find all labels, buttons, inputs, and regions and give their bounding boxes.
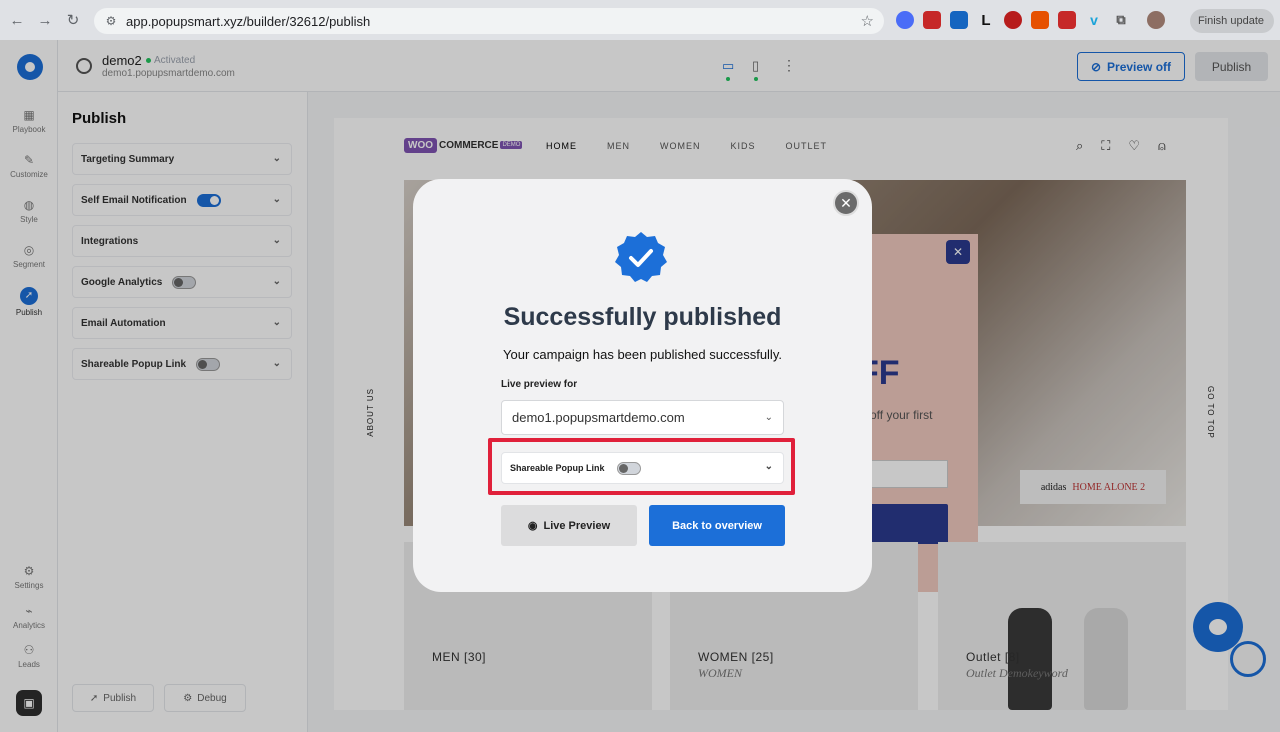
- chevron-down-icon: ⌄: [764, 412, 773, 423]
- back-to-overview-button[interactable]: Back to overview: [649, 505, 785, 546]
- puzzle-icon[interactable]: ⧉: [1112, 11, 1130, 29]
- shareable-popup-link-section[interactable]: Shareable Popup Link ⌄: [501, 452, 784, 484]
- extension-icon[interactable]: [1058, 11, 1076, 29]
- shareable-link-label: Shareable Popup Link: [510, 463, 605, 473]
- finish-update-button[interactable]: Finish update: [1189, 9, 1274, 33]
- extension-icon[interactable]: [896, 11, 914, 29]
- close-icon[interactable]: ✕: [833, 190, 859, 216]
- eye-globe-icon: ◉: [527, 520, 538, 532]
- modal-subtitle: Your campaign has been published success…: [503, 347, 782, 362]
- bookmark-star-icon[interactable]: ☆: [861, 12, 874, 30]
- chevron-down-icon: ⌄: [764, 461, 773, 472]
- live-preview-label-btn: Live Preview: [543, 519, 611, 532]
- url-text: app.popupsmart.xyz/builder/32612/publish: [126, 13, 371, 29]
- reload-icon[interactable]: ↻: [62, 9, 84, 31]
- forward-icon[interactable]: →: [34, 9, 56, 31]
- extension-l-icon[interactable]: L: [977, 11, 995, 29]
- modal-title: Successfully published: [503, 303, 782, 331]
- live-preview-label: Live preview for: [501, 379, 578, 390]
- extension-icon[interactable]: [1004, 11, 1022, 29]
- vimeo-icon[interactable]: v: [1085, 11, 1103, 29]
- shareable-link-toggle[interactable]: [616, 461, 641, 475]
- extension-icon[interactable]: [1031, 11, 1049, 29]
- profile-avatar[interactable]: [1147, 11, 1165, 29]
- extension-icon[interactable]: [923, 11, 941, 29]
- domain-select[interactable]: demo1.popupsmartdemo.com ⌄: [501, 400, 784, 435]
- live-preview-button[interactable]: ◉ Live Preview: [501, 505, 637, 546]
- address-bar[interactable]: ⚙ app.popupsmart.xyz/builder/32612/publi…: [94, 8, 884, 34]
- domain-select-value: demo1.popupsmartdemo.com: [512, 410, 685, 425]
- site-settings-icon[interactable]: ⚙: [104, 14, 118, 28]
- extension-icon[interactable]: [950, 11, 968, 29]
- browser-toolbar: ← → ↻ ⚙ app.popupsmart.xyz/builder/32612…: [0, 0, 1280, 40]
- back-icon[interactable]: ←: [6, 9, 28, 31]
- extensions-bar: L v ⧉: [896, 11, 1165, 29]
- publish-success-modal: ✕ Successfully published Your campaign h…: [413, 179, 872, 592]
- verified-badge-icon: [615, 232, 667, 282]
